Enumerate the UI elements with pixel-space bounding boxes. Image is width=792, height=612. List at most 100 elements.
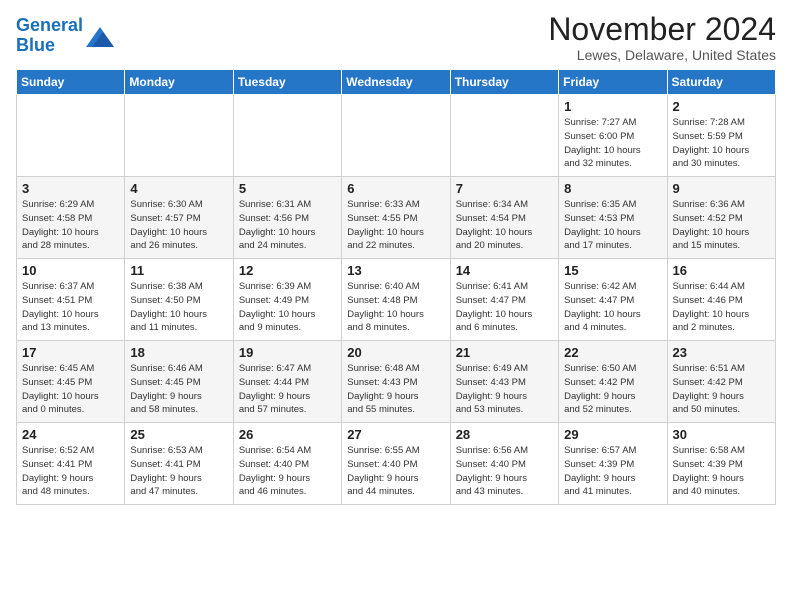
calendar-cell: 30 Sunrise: 6:58 AM Sunset: 4:39 PM Dayli…: [667, 423, 775, 505]
day-info: Sunrise: 6:45 AM Sunset: 4:45 PM Dayligh…: [22, 362, 119, 417]
calendar-week-row: 10 Sunrise: 6:37 AM Sunset: 4:51 PM Dayli…: [17, 259, 776, 341]
day-info: Sunrise: 6:30 AM Sunset: 4:57 PM Dayligh…: [130, 198, 227, 253]
calendar-week-row: 17 Sunrise: 6:45 AM Sunset: 4:45 PM Dayli…: [17, 341, 776, 423]
day-number: 24: [22, 427, 119, 442]
calendar-cell: [233, 95, 341, 177]
day-info: Sunrise: 6:34 AM Sunset: 4:54 PM Dayligh…: [456, 198, 553, 253]
calendar-cell: 10 Sunrise: 6:37 AM Sunset: 4:51 PM Dayli…: [17, 259, 125, 341]
calendar-cell: [17, 95, 125, 177]
calendar-cell: [342, 95, 450, 177]
day-info: Sunrise: 6:40 AM Sunset: 4:48 PM Dayligh…: [347, 280, 444, 335]
title-block: November 2024 Lewes, Delaware, United St…: [548, 12, 776, 63]
day-info: Sunrise: 6:51 AM Sunset: 4:42 PM Dayligh…: [673, 362, 770, 417]
calendar-header-row: SundayMondayTuesdayWednesdayThursdayFrid…: [17, 70, 776, 95]
day-info: Sunrise: 6:58 AM Sunset: 4:39 PM Dayligh…: [673, 444, 770, 499]
day-info: Sunrise: 6:47 AM Sunset: 4:44 PM Dayligh…: [239, 362, 336, 417]
header: General Blue November 2024 Lewes, Delawa…: [16, 12, 776, 63]
calendar-cell: 5Sunrise: 6:31 AM Sunset: 4:56 PM Daylig…: [233, 177, 341, 259]
calendar-cell: 25 Sunrise: 6:53 AM Sunset: 4:41 PM Dayli…: [125, 423, 233, 505]
day-number: 13: [347, 263, 444, 278]
calendar-cell: 27Sunrise: 6:55 AM Sunset: 4:40 PM Dayli…: [342, 423, 450, 505]
calendar-cell: 15 Sunrise: 6:42 AM Sunset: 4:47 PM Dayli…: [559, 259, 667, 341]
day-number: 25: [130, 427, 227, 442]
calendar-cell: 9 Sunrise: 6:36 AM Sunset: 4:52 PM Daylig…: [667, 177, 775, 259]
day-number: 18: [130, 345, 227, 360]
day-info: Sunrise: 6:46 AM Sunset: 4:45 PM Dayligh…: [130, 362, 227, 417]
calendar-cell: 8 Sunrise: 6:35 AM Sunset: 4:53 PM Daylig…: [559, 177, 667, 259]
logo: General Blue: [16, 16, 114, 56]
calendar-cell: 29 Sunrise: 6:57 AM Sunset: 4:39 PM Dayli…: [559, 423, 667, 505]
day-number: 22: [564, 345, 661, 360]
day-number: 19: [239, 345, 336, 360]
calendar-cell: [125, 95, 233, 177]
day-header-wednesday: Wednesday: [342, 70, 450, 95]
calendar-cell: 6 Sunrise: 6:33 AM Sunset: 4:55 PM Daylig…: [342, 177, 450, 259]
day-number: 1: [564, 99, 661, 114]
day-info: Sunrise: 6:38 AM Sunset: 4:50 PM Dayligh…: [130, 280, 227, 335]
day-info: Sunrise: 6:50 AM Sunset: 4:42 PM Dayligh…: [564, 362, 661, 417]
day-number: 5: [239, 181, 336, 196]
day-info: Sunrise: 6:36 AM Sunset: 4:52 PM Dayligh…: [673, 198, 770, 253]
page: General Blue November 2024 Lewes, Delawa…: [0, 0, 792, 513]
day-number: 10: [22, 263, 119, 278]
calendar-cell: 3 Sunrise: 6:29 AM Sunset: 4:58 PM Daylig…: [17, 177, 125, 259]
calendar-cell: 20Sunrise: 6:48 AM Sunset: 4:43 PM Dayli…: [342, 341, 450, 423]
day-info: Sunrise: 6:53 AM Sunset: 4:41 PM Dayligh…: [130, 444, 227, 499]
month-title: November 2024: [548, 12, 776, 47]
day-number: 11: [130, 263, 227, 278]
day-number: 8: [564, 181, 661, 196]
calendar-cell: 21Sunrise: 6:49 AM Sunset: 4:43 PM Dayli…: [450, 341, 558, 423]
day-number: 14: [456, 263, 553, 278]
calendar-table: SundayMondayTuesdayWednesdayThursdayFrid…: [16, 69, 776, 505]
day-number: 3: [22, 181, 119, 196]
day-info: Sunrise: 6:52 AM Sunset: 4:41 PM Dayligh…: [22, 444, 119, 499]
day-number: 30: [673, 427, 770, 442]
day-number: 29: [564, 427, 661, 442]
calendar-cell: 1Sunrise: 7:27 AM Sunset: 6:00 PM Daylig…: [559, 95, 667, 177]
calendar-cell: 23 Sunrise: 6:51 AM Sunset: 4:42 PM Dayli…: [667, 341, 775, 423]
calendar-cell: 24 Sunrise: 6:52 AM Sunset: 4:41 PM Dayli…: [17, 423, 125, 505]
day-info: Sunrise: 7:28 AM Sunset: 5:59 PM Dayligh…: [673, 116, 770, 171]
day-number: 7: [456, 181, 553, 196]
day-number: 4: [130, 181, 227, 196]
calendar-cell: 17 Sunrise: 6:45 AM Sunset: 4:45 PM Dayli…: [17, 341, 125, 423]
calendar-cell: 2 Sunrise: 7:28 AM Sunset: 5:59 PM Daylig…: [667, 95, 775, 177]
day-number: 6: [347, 181, 444, 196]
day-number: 15: [564, 263, 661, 278]
day-number: 16: [673, 263, 770, 278]
logo-icon: [86, 27, 114, 47]
day-number: 9: [673, 181, 770, 196]
logo-text: General Blue: [16, 16, 83, 56]
calendar-cell: 13 Sunrise: 6:40 AM Sunset: 4:48 PM Dayli…: [342, 259, 450, 341]
day-number: 21: [456, 345, 553, 360]
calendar-cell: 18 Sunrise: 6:46 AM Sunset: 4:45 PM Dayli…: [125, 341, 233, 423]
day-header-thursday: Thursday: [450, 70, 558, 95]
calendar-week-row: 24 Sunrise: 6:52 AM Sunset: 4:41 PM Dayli…: [17, 423, 776, 505]
calendar-cell: 7 Sunrise: 6:34 AM Sunset: 4:54 PM Daylig…: [450, 177, 558, 259]
day-info: Sunrise: 6:41 AM Sunset: 4:47 PM Dayligh…: [456, 280, 553, 335]
day-number: 20: [347, 345, 444, 360]
calendar-cell: 14 Sunrise: 6:41 AM Sunset: 4:47 PM Dayli…: [450, 259, 558, 341]
day-info: Sunrise: 6:29 AM Sunset: 4:58 PM Dayligh…: [22, 198, 119, 253]
day-header-monday: Monday: [125, 70, 233, 95]
day-info: Sunrise: 6:54 AM Sunset: 4:40 PM Dayligh…: [239, 444, 336, 499]
day-info: Sunrise: 6:57 AM Sunset: 4:39 PM Dayligh…: [564, 444, 661, 499]
day-number: 23: [673, 345, 770, 360]
day-info: Sunrise: 6:37 AM Sunset: 4:51 PM Dayligh…: [22, 280, 119, 335]
day-number: 28: [456, 427, 553, 442]
day-info: Sunrise: 6:35 AM Sunset: 4:53 PM Dayligh…: [564, 198, 661, 253]
day-header-saturday: Saturday: [667, 70, 775, 95]
calendar-cell: 19 Sunrise: 6:47 AM Sunset: 4:44 PM Dayli…: [233, 341, 341, 423]
day-number: 17: [22, 345, 119, 360]
calendar-cell: 28Sunrise: 6:56 AM Sunset: 4:40 PM Dayli…: [450, 423, 558, 505]
calendar-week-row: 3 Sunrise: 6:29 AM Sunset: 4:58 PM Daylig…: [17, 177, 776, 259]
calendar-week-row: 1Sunrise: 7:27 AM Sunset: 6:00 PM Daylig…: [17, 95, 776, 177]
calendar-cell: 4 Sunrise: 6:30 AM Sunset: 4:57 PM Daylig…: [125, 177, 233, 259]
day-info: Sunrise: 6:33 AM Sunset: 4:55 PM Dayligh…: [347, 198, 444, 253]
day-number: 2: [673, 99, 770, 114]
day-header-friday: Friday: [559, 70, 667, 95]
day-number: 26: [239, 427, 336, 442]
day-number: 27: [347, 427, 444, 442]
day-info: Sunrise: 6:42 AM Sunset: 4:47 PM Dayligh…: [564, 280, 661, 335]
subtitle: Lewes, Delaware, United States: [548, 47, 776, 63]
